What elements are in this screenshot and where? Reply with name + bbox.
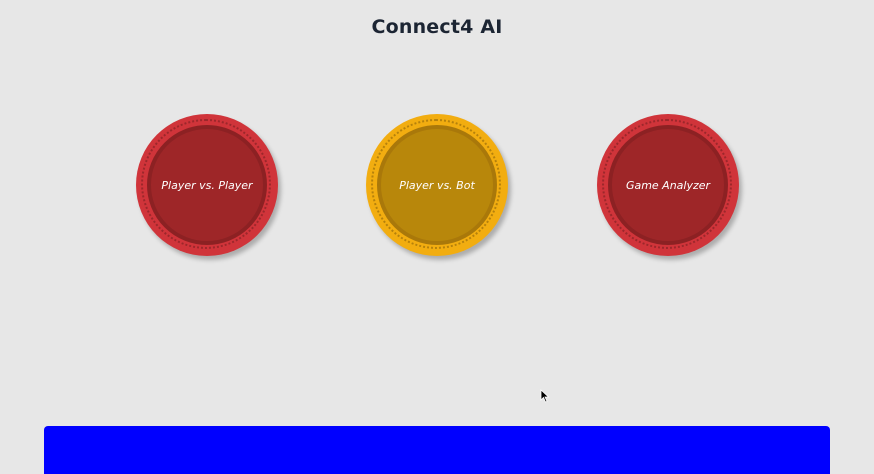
player-vs-player-button[interactable]: Player vs. Player [136,114,278,256]
coin-center: Player vs. Bot [377,125,497,245]
mouse-pointer-icon [540,389,550,403]
player-vs-bot-label: Player vs. Bot [399,178,475,192]
player-vs-player-label: Player vs. Player [161,178,253,192]
coin-center: Game Analyzer [608,125,728,245]
game-analyzer-button[interactable]: Game Analyzer [597,114,739,256]
main-menu-page: Connect4 AI Player vs. Player Player vs.… [0,0,874,474]
page-title: Connect4 AI [371,16,503,38]
game-analyzer-label: Game Analyzer [625,178,711,192]
bottom-panel [44,426,830,474]
coin-center: Player vs. Player [147,125,267,245]
player-vs-bot-button[interactable]: Player vs. Bot [366,114,508,256]
